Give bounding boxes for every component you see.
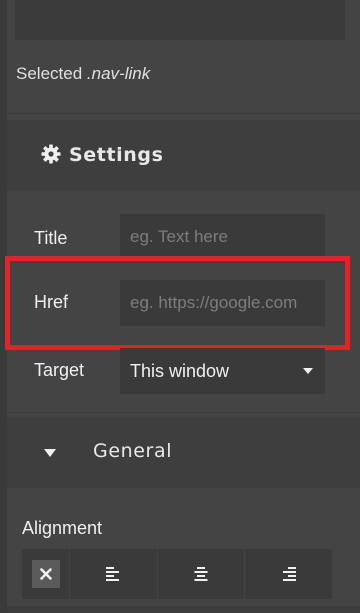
selected-prefix: Selected <box>16 64 83 83</box>
align-center-button[interactable] <box>158 549 246 599</box>
selected-class-name: .nav-link <box>86 64 151 83</box>
general-section-label: General <box>93 440 173 462</box>
divider <box>7 412 360 413</box>
divider <box>7 113 360 114</box>
align-none-active-bg <box>31 560 60 588</box>
gear-icon <box>41 144 61 164</box>
align-center-icon <box>194 567 208 581</box>
title-input[interactable] <box>120 214 325 260</box>
close-icon <box>39 568 52 580</box>
bottom-edge <box>7 606 360 613</box>
align-none-button[interactable] <box>22 549 70 599</box>
top-empty-box <box>15 0 345 40</box>
caret-down-icon <box>44 449 56 457</box>
title-label: Title <box>34 228 68 248</box>
settings-section-header[interactable]: Settings <box>7 120 360 190</box>
href-input[interactable] <box>120 280 325 326</box>
alignment-label: Alignment <box>22 518 103 538</box>
selected-element-info: Selected .nav-link <box>16 64 150 84</box>
target-select[interactable]: This window <box>120 348 325 394</box>
align-left-button[interactable] <box>70 549 158 599</box>
chevron-down-icon <box>303 368 313 374</box>
href-label: Href <box>34 292 69 312</box>
align-left-icon <box>106 567 120 581</box>
alignment-button-group <box>22 549 332 599</box>
target-label: Target <box>34 360 85 380</box>
align-right-button[interactable] <box>245 549 332 599</box>
settings-section-label: Settings <box>69 144 164 166</box>
general-section-header[interactable]: General <box>7 418 360 488</box>
align-right-icon <box>282 567 296 581</box>
target-selected-value: This window <box>130 360 230 381</box>
panel-edge <box>0 0 7 613</box>
